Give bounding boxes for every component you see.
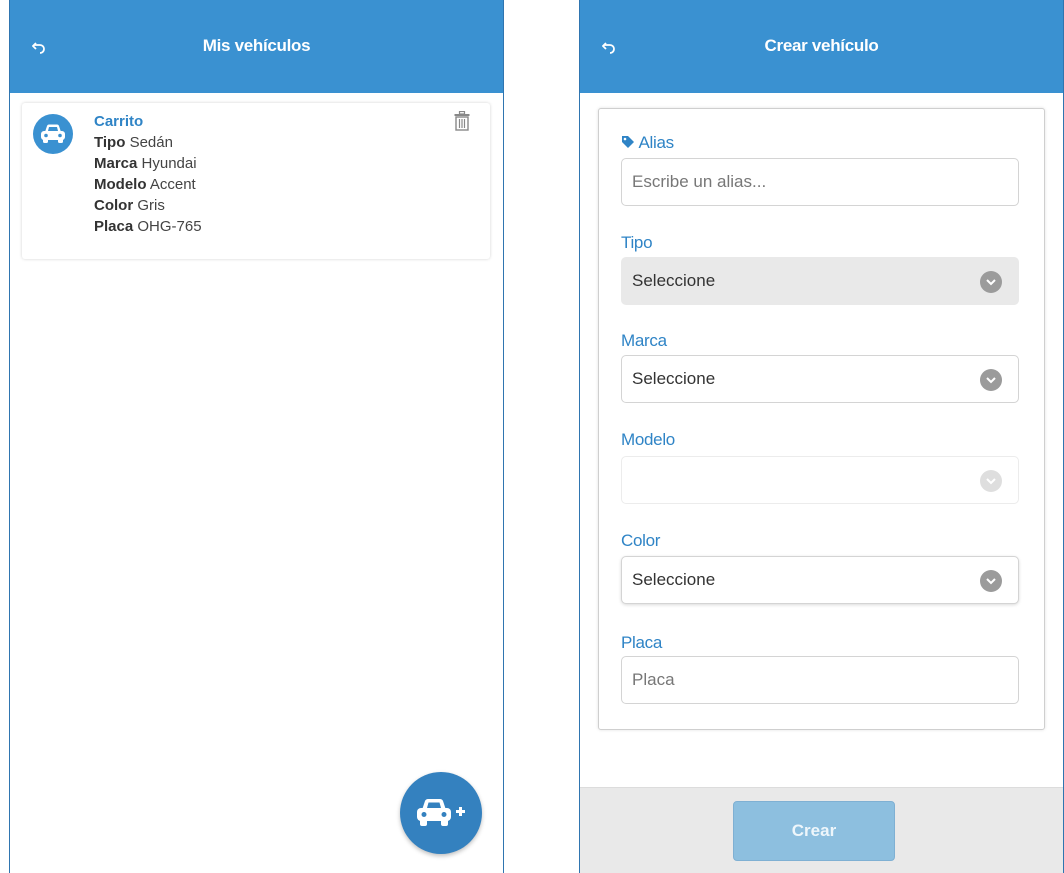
form-footer: Crear: [580, 787, 1063, 873]
create-vehicle-screen: Crear vehículo Alias Escribe un alias...…: [579, 0, 1064, 873]
tipo-select[interactable]: Seleccione: [621, 257, 1019, 305]
field-value: OHG-765: [137, 218, 202, 235]
delete-vehicle-button[interactable]: [454, 110, 470, 136]
vehicle-color-line: Color Gris: [94, 195, 202, 216]
field-label: Placa: [94, 218, 134, 235]
field-value: Sedán: [129, 134, 173, 151]
alias-label-text: Alias: [638, 133, 675, 152]
marca-select-value: Seleccione: [632, 369, 716, 388]
field-label: Color: [94, 197, 134, 214]
field-label: Tipo: [94, 134, 126, 151]
placa-input[interactable]: Placa: [621, 656, 1019, 704]
chevron-down-icon: [980, 369, 1002, 391]
vehicle-model-line: Modelo Accent: [94, 174, 202, 195]
field-value: Hyundai: [141, 155, 197, 172]
page-title: Mis vehículos: [202, 36, 311, 55]
app-header: Mis vehículos: [10, 0, 503, 93]
chevron-down-icon: [980, 470, 1002, 492]
add-car-icon: [417, 799, 465, 826]
vehicle-type-line: Tipo Sedán: [94, 132, 202, 153]
chevron-down-icon: [980, 570, 1002, 592]
modelo-select[interactable]: [621, 456, 1019, 504]
tag-icon: [622, 136, 634, 148]
field-value: Accent: [149, 176, 196, 193]
color-select[interactable]: Seleccione: [621, 556, 1019, 604]
field-label: Modelo: [94, 176, 147, 193]
page-title: Crear vehículo: [764, 36, 879, 55]
app-header: Crear vehículo: [580, 0, 1063, 93]
create-vehicle-form: Alias Escribe un alias... Tipo Seleccion…: [598, 108, 1045, 730]
create-button[interactable]: Crear: [733, 801, 895, 861]
alias-input[interactable]: Escribe un alias...: [621, 158, 1019, 206]
tipo-select-value: Seleccione: [632, 271, 716, 290]
add-vehicle-button[interactable]: [400, 772, 482, 854]
placa-label: Placa: [621, 633, 663, 652]
vehicle-details: Carrito Tipo Sedán Marca Hyundai Modelo …: [94, 111, 202, 237]
vehicle-brand-line: Marca Hyundai: [94, 153, 202, 174]
field-label: Marca: [94, 155, 138, 172]
trash-icon: [454, 110, 470, 131]
marca-label: Marca: [621, 331, 667, 350]
modelo-label: Modelo: [621, 430, 675, 449]
alias-label: Alias: [621, 133, 674, 153]
color-label: Color: [621, 531, 661, 550]
tipo-label: Tipo: [621, 233, 653, 252]
chevron-down-icon: [980, 271, 1002, 293]
vehicle-avatar: [33, 114, 73, 154]
car-icon: [41, 124, 65, 143]
vehicle-card[interactable]: Carrito Tipo Sedán Marca Hyundai Modelo …: [22, 103, 490, 259]
color-select-value: Seleccione: [632, 570, 716, 589]
field-value: Gris: [137, 197, 165, 214]
vehicle-alias: Carrito: [94, 113, 144, 130]
vehicles-list-screen: Mis vehículos Carrito Tipo Sedán Marca H…: [9, 0, 504, 873]
vehicle-plate-line: Placa OHG-765: [94, 216, 202, 237]
marca-select[interactable]: Seleccione: [621, 355, 1019, 403]
